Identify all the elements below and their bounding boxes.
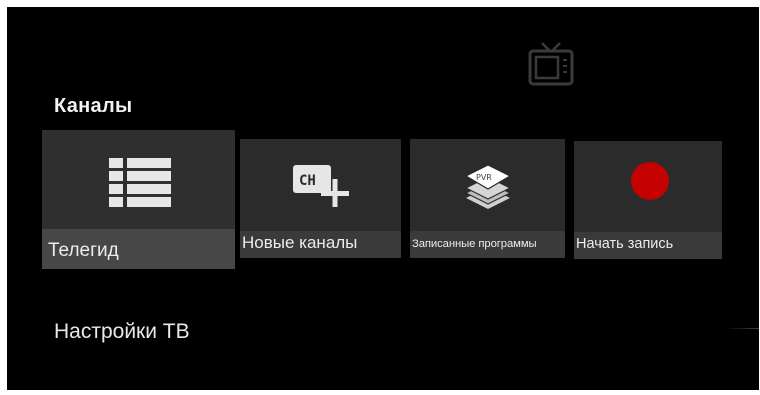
edge-divider bbox=[725, 328, 759, 329]
ch-plus-icon: CH bbox=[293, 165, 349, 212]
tile-label: Новые каналы bbox=[240, 231, 401, 258]
tile-start-recording[interactable]: Начать запись bbox=[574, 141, 722, 259]
tile-label: Записанные программы bbox=[410, 231, 565, 258]
pvr-icon: PVR bbox=[464, 164, 512, 214]
tile-recorded-programs[interactable]: PVR Записанные программы bbox=[410, 139, 565, 258]
tile-tv-guide[interactable]: Телегид bbox=[42, 130, 235, 269]
tile-new-channels[interactable]: CH Новые каналы bbox=[240, 139, 401, 258]
svg-text:CH: CH bbox=[299, 173, 316, 189]
tv-icon bbox=[522, 40, 580, 90]
tile-label: Телегид bbox=[42, 229, 235, 269]
tv-screen: Каналы Телегид CH Новые каналы PVR Запис… bbox=[7, 7, 759, 390]
tv-settings-item[interactable]: Настройки ТВ bbox=[54, 320, 190, 344]
tile-label: Начать запись bbox=[574, 232, 722, 259]
section-title: Каналы bbox=[54, 95, 133, 117]
svg-text:PVR: PVR bbox=[476, 173, 492, 182]
record-icon bbox=[631, 162, 669, 200]
list-icon bbox=[109, 158, 171, 213]
